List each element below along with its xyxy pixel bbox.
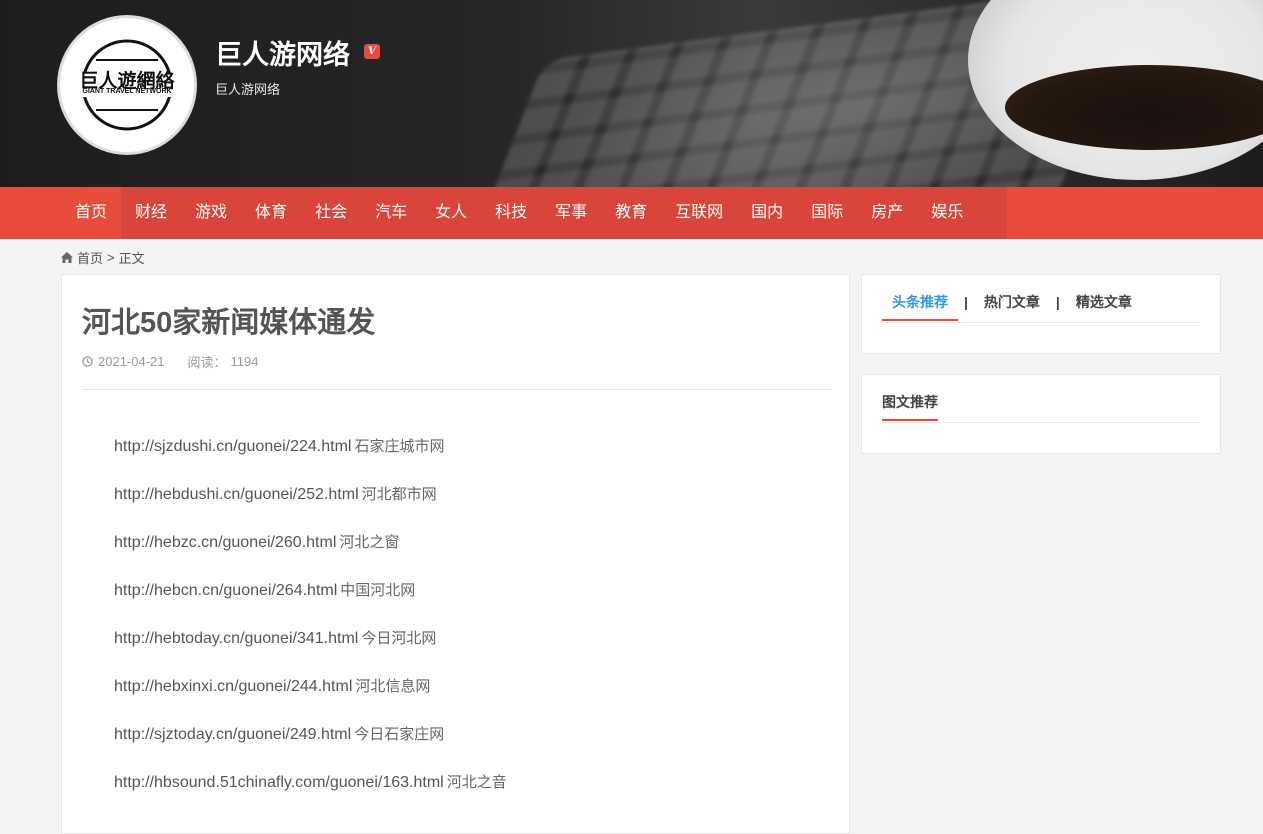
- nav-item-internet[interactable]: 互联网: [661, 187, 737, 239]
- nav-item-education[interactable]: 教育: [601, 187, 661, 239]
- list-item: http://hebdushi.cn/guonei/252.html 河北都市网: [114, 483, 507, 531]
- nav-item-women[interactable]: 女人: [421, 187, 481, 239]
- nav-item-finance[interactable]: 财经: [121, 187, 181, 239]
- site-title[interactable]: 巨人游网络: [215, 33, 350, 72]
- sidebar-picture-recommend-widget: 图文推荐: [861, 374, 1221, 454]
- list-item: http://hebcn.cn/guonei/264.html 中国河北网: [114, 579, 507, 627]
- nav-item-sports[interactable]: 体育: [241, 187, 301, 239]
- article-link-list: http://sjzdushi.cn/guonei/224.html 石家庄城市网…: [114, 435, 507, 819]
- sidebar-tab-bar: 头条推荐 | 热门文章 | 精选文章: [882, 292, 1200, 323]
- site-logo[interactable]: 巨人遊網絡 GIANT TRAVEL NETWORK: [60, 18, 194, 152]
- sidebar-article-tabs-widget: 头条推荐 | 热门文章 | 精选文章: [861, 274, 1221, 354]
- link-url[interactable]: http://hbsound.51chinafly.com/guonei/163…: [114, 774, 444, 791]
- nav-item-auto[interactable]: 汽车: [361, 187, 421, 239]
- article-divider: [82, 389, 831, 390]
- link-site-name: 今日河北网: [361, 630, 437, 647]
- nav-item-entertainment[interactable]: 娱乐: [917, 187, 977, 239]
- link-url[interactable]: http://hebxinxi.cn/guonei/244.html: [114, 678, 352, 695]
- site-subtitle: 巨人游网络: [215, 82, 281, 97]
- link-url[interactable]: http://hebcn.cn/guonei/264.html: [114, 582, 337, 599]
- list-item: http://hebxinxi.cn/guonei/244.html 河北信息网: [114, 675, 507, 723]
- nav-item-home[interactable]: 首页: [61, 187, 122, 239]
- nav-item-military[interactable]: 军事: [541, 187, 601, 239]
- nav-item-games[interactable]: 游戏: [181, 187, 241, 239]
- header-banner: 巨人遊網絡 GIANT TRAVEL NETWORK 巨人游网络 V 巨人游网络: [0, 0, 1263, 187]
- nav-item-realestate[interactable]: 房产: [857, 187, 917, 239]
- nav-items-container: 首页 财经 游戏 体育 社会 汽车 女人 科技 军事 教育 互联网 国内 国际 …: [61, 187, 1007, 239]
- logo-english-text: GIANT TRAVEL NETWORK: [82, 88, 172, 95]
- tab-headline-recommend[interactable]: 头条推荐: [882, 292, 958, 321]
- breadcrumb: 首页 > 正文: [61, 248, 145, 267]
- link-site-name: 中国河北网: [340, 582, 416, 599]
- link-site-name: 河北之窗: [339, 534, 400, 551]
- article-panel: 河北50家新闻媒体通发 2021-04-21 阅读： 1194 http://s…: [61, 274, 850, 834]
- link-site-name: 河北都市网: [361, 486, 437, 503]
- breadcrumb-separator: >: [107, 250, 115, 265]
- link-url[interactable]: http://hebtoday.cn/guonei/341.html: [114, 630, 358, 647]
- article-date: 2021-04-21: [98, 354, 165, 369]
- breadcrumb-current: 正文: [118, 251, 145, 266]
- list-item: http://hebzc.cn/guonei/260.html 河北之窗: [114, 531, 507, 579]
- nav-item-domestic[interactable]: 国内: [737, 187, 797, 239]
- views-label: 阅读：: [187, 355, 227, 370]
- link-site-name: 河北信息网: [355, 678, 431, 695]
- tab-separator: |: [1055, 294, 1060, 310]
- link-url[interactable]: http://hebdushi.cn/guonei/252.html: [114, 486, 359, 503]
- link-site-name: 河北之音: [446, 774, 507, 791]
- list-item: http://hebtoday.cn/guonei/341.html 今日河北网: [114, 627, 507, 675]
- nav-item-tech[interactable]: 科技: [481, 187, 541, 239]
- clock-icon: [82, 356, 93, 367]
- link-site-name: 石家庄城市网: [354, 438, 445, 455]
- verified-badge-icon: V: [364, 44, 380, 59]
- link-url[interactable]: http://hebzc.cn/guonei/260.html: [114, 534, 336, 551]
- tab-hot-articles[interactable]: 热门文章: [974, 292, 1050, 322]
- main-nav: 首页 财经 游戏 体育 社会 汽车 女人 科技 军事 教育 互联网 国内 国际 …: [0, 187, 1263, 239]
- nav-item-society[interactable]: 社会: [301, 187, 361, 239]
- home-icon: [61, 252, 73, 263]
- article-title: 河北50家新闻媒体通发: [82, 307, 376, 339]
- picture-recommend-header: 图文推荐: [882, 392, 1200, 423]
- article-meta: 2021-04-21 阅读： 1194: [82, 352, 258, 371]
- tab-selected-articles[interactable]: 精选文章: [1066, 292, 1142, 322]
- list-item: http://sjztoday.cn/guonei/249.html 今日石家庄网: [114, 723, 507, 771]
- views-count: 1194: [230, 354, 259, 369]
- nav-item-international[interactable]: 国际: [797, 187, 857, 239]
- link-url[interactable]: http://sjzdushi.cn/guonei/224.html: [114, 438, 351, 455]
- breadcrumb-home-link[interactable]: 首页: [77, 248, 103, 267]
- list-item: http://sjzdushi.cn/guonei/224.html 石家庄城市网: [114, 435, 507, 483]
- tab-separator: |: [964, 294, 968, 310]
- picture-recommend-title: 图文推荐: [882, 392, 938, 421]
- link-site-name: 今日石家庄网: [354, 726, 445, 743]
- link-url[interactable]: http://sjztoday.cn/guonei/249.html: [114, 726, 351, 743]
- list-item: http://hbsound.51chinafly.com/guonei/163…: [114, 771, 507, 819]
